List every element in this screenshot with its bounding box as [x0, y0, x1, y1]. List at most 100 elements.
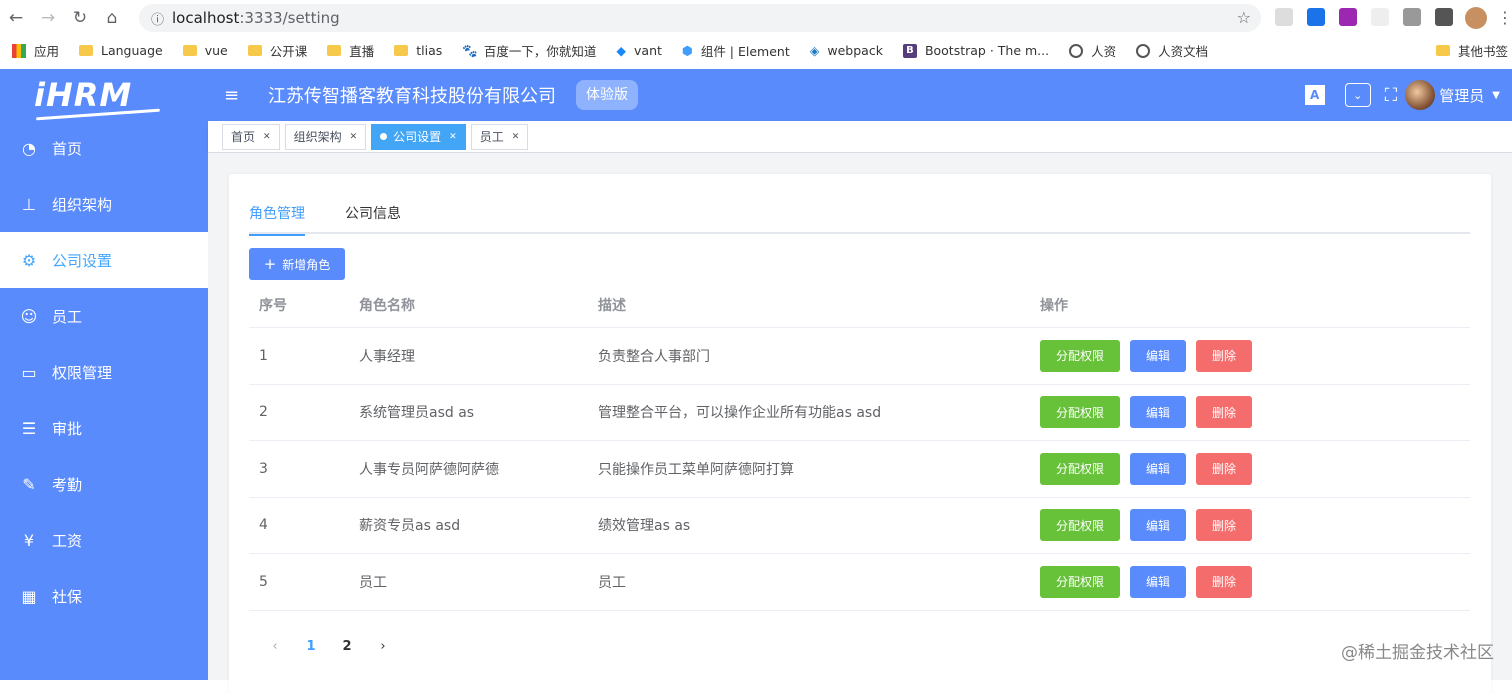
- assign-permission-button[interactable]: 分配权限: [1040, 565, 1120, 598]
- folder-icon: [182, 45, 197, 56]
- sidebar-item-salary[interactable]: ¥ 工资: [0, 512, 208, 568]
- sidebar-item-attendance[interactable]: ✎ 考勤: [0, 456, 208, 512]
- url-bar[interactable]: ⓘ localhost:3333/setting ☆: [139, 4, 1261, 32]
- bookmark-star-icon[interactable]: ☆: [1237, 8, 1251, 27]
- folder-icon: [247, 45, 262, 56]
- delete-button[interactable]: 删除: [1196, 565, 1252, 598]
- tag-employees[interactable]: 员工 ✕: [470, 123, 529, 150]
- close-icon[interactable]: ✕: [512, 132, 520, 142]
- other-bookmarks[interactable]: 其他书签: [1435, 36, 1512, 65]
- bookmark-label: webpack: [827, 43, 883, 58]
- close-icon[interactable]: ✕: [350, 132, 358, 142]
- sidebar-item-employees[interactable]: ☺ 员工: [0, 288, 208, 344]
- hamburger-icon[interactable]: ≡: [224, 85, 242, 106]
- add-role-label: 新增角色: [282, 257, 331, 272]
- sidebar-item-home[interactable]: ◔ 首页: [0, 120, 208, 176]
- row-role-name: 人事专员阿萨德阿萨德: [359, 461, 499, 478]
- username[interactable]: 管理员: [1439, 85, 1484, 106]
- sidebar-item-settings[interactable]: ⚙ 公司设置: [0, 232, 208, 288]
- back-icon[interactable]: ←: [0, 0, 32, 36]
- delete-button[interactable]: 删除: [1196, 452, 1252, 485]
- puzzle-icon[interactable]: [1435, 8, 1453, 26]
- close-icon[interactable]: ✕: [449, 132, 457, 142]
- profile-avatar-icon[interactable]: [1465, 7, 1487, 29]
- sidebar-item-permissions[interactable]: ▭ 权限管理: [0, 344, 208, 400]
- sidebar-item-label: 社保: [52, 587, 83, 606]
- edit-button[interactable]: 编辑: [1130, 565, 1186, 598]
- row-actions: 分配权限 编辑 删除: [1030, 565, 1262, 598]
- bookmark-item[interactable]: 人资文档: [1136, 41, 1208, 60]
- money-icon: ¥: [23, 530, 35, 550]
- bookmark-item[interactable]: 人资: [1069, 41, 1116, 60]
- tab-role-management[interactable]: 角色管理: [249, 200, 305, 236]
- globe-icon: [1069, 43, 1084, 58]
- row-description: 绩效管理as as: [598, 518, 691, 535]
- tag-departments[interactable]: 组织架构 ✕: [284, 123, 367, 150]
- app-logo[interactable]: iHRM: [0, 69, 208, 121]
- logo-text: iHRM: [34, 75, 133, 114]
- sidebar-item-approvals[interactable]: ☰ 审批: [0, 400, 208, 456]
- delete-button[interactable]: 删除: [1196, 339, 1252, 372]
- edit-button[interactable]: 编辑: [1130, 396, 1186, 429]
- language-icon[interactable]: A: [1304, 85, 1325, 105]
- assign-permission-button[interactable]: 分配权限: [1040, 339, 1120, 372]
- tag-settings[interactable]: 公司设置 ✕: [371, 123, 466, 150]
- tag-home[interactable]: 首页 ✕: [222, 123, 280, 150]
- edit-button[interactable]: 编辑: [1130, 509, 1186, 542]
- forward-icon[interactable]: →: [32, 0, 64, 36]
- assign-permission-button[interactable]: 分配权限: [1040, 509, 1120, 542]
- next-page-icon[interactable]: ›: [365, 639, 401, 654]
- add-role-button[interactable]: + 新增角色: [249, 248, 345, 280]
- extension-icon[interactable]: [1339, 8, 1357, 26]
- close-icon[interactable]: ✕: [263, 132, 271, 142]
- edit-button[interactable]: 编辑: [1130, 339, 1186, 372]
- bookmark-item[interactable]: Language: [79, 43, 163, 58]
- edit-button[interactable]: 编辑: [1130, 452, 1186, 485]
- prev-page-icon[interactable]: ‹: [257, 639, 293, 654]
- company-name: 江苏传智播客教育科技股份有限公司: [268, 86, 556, 107]
- avatar[interactable]: [1405, 80, 1436, 110]
- bookmark-item[interactable]: 直播: [327, 41, 374, 60]
- extension-icon[interactable]: [1371, 8, 1389, 26]
- bookmark-item[interactable]: ◈ webpack: [810, 43, 883, 58]
- tab-company-info[interactable]: 公司信息: [345, 200, 401, 234]
- extension-icon[interactable]: [1307, 8, 1325, 26]
- row-role-name: 人事经理: [359, 348, 415, 365]
- bookmark-item[interactable]: 应用: [12, 41, 59, 60]
- bookmark-item[interactable]: vue: [182, 43, 228, 58]
- fullscreen-icon[interactable]: ⛶: [1385, 85, 1398, 106]
- reload-icon[interactable]: ↻: [64, 0, 96, 36]
- extension-icon[interactable]: [1275, 8, 1293, 26]
- delete-button[interactable]: 删除: [1196, 509, 1252, 542]
- plus-icon: +: [263, 255, 277, 273]
- bookmark-item[interactable]: 🐾 百度一下，你就知道: [462, 41, 596, 60]
- row-index: 5: [259, 573, 268, 590]
- bookmark-item[interactable]: ⬢ 组件 | Element: [682, 41, 790, 60]
- assign-permission-button[interactable]: 分配权限: [1040, 396, 1120, 429]
- bookmark-label: Bootstrap · The m...: [924, 43, 1050, 58]
- tags-view: 首页 ✕ 组织架构 ✕ 公司设置 ✕ 员工 ✕: [208, 121, 1512, 153]
- skill-icon: ✎: [22, 474, 36, 494]
- watermark: @稀土掘金技术社区: [1341, 643, 1494, 663]
- bookmark-item[interactable]: ◆ vant: [616, 43, 662, 58]
- caret-down-icon[interactable]: ▼: [1492, 90, 1500, 101]
- extension-icon[interactable]: [1403, 8, 1421, 26]
- row-index: 3: [259, 460, 268, 477]
- page-number[interactable]: 1: [293, 639, 329, 654]
- delete-button[interactable]: 删除: [1196, 396, 1252, 429]
- sidebar-item-social-security[interactable]: ▦ 社保: [0, 568, 208, 624]
- tree-table-icon: ☰: [21, 418, 37, 438]
- bookmark-item[interactable]: B Bootstrap · The m...: [902, 43, 1050, 58]
- bookmark-label: 公开课: [269, 44, 308, 59]
- sidebar-item-departments[interactable]: ⊥ 组织架构: [0, 176, 208, 232]
- roles-table: 序号 角色名称 描述 操作 1 人事经理 负责整合人事部门 分配权限 编辑 删除…: [249, 282, 1470, 611]
- page-number[interactable]: 2: [329, 639, 365, 654]
- sidebar: iHRM ◔ 首页 ⊥ 组织架构 ⚙ 公司设置 ☺ 员工 ▭ 权限管理 ☰ 审批 ✎ 考勤 ¥…: [0, 69, 208, 680]
- assign-permission-button[interactable]: 分配权限: [1040, 452, 1120, 485]
- info-icon[interactable]: ⓘ: [151, 9, 164, 28]
- bookmark-item[interactable]: 公开课: [247, 41, 308, 60]
- home-icon[interactable]: ⌂: [96, 0, 128, 36]
- bookmark-item[interactable]: tlias: [394, 43, 442, 58]
- theme-select-chevron-icon[interactable]: ⌄: [1344, 83, 1371, 107]
- kebab-menu-icon[interactable]: ⋮: [1497, 8, 1512, 27]
